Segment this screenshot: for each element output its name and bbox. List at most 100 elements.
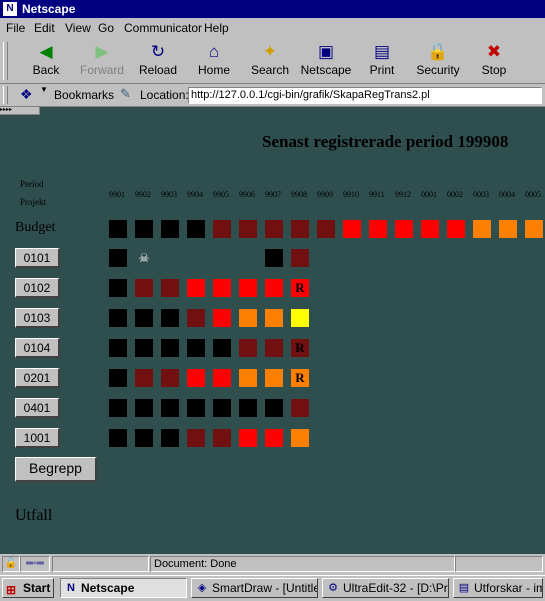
project-cell[interactable] — [239, 369, 257, 387]
taskbar-item[interactable]: ◈ SmartDraw - [Untitle... — [191, 578, 318, 598]
project-cell[interactable] — [109, 309, 127, 327]
security-lock-icon[interactable]: 🔓 — [2, 556, 20, 572]
menu-edit[interactable]: Edit — [34, 21, 55, 35]
budget-cell[interactable] — [187, 220, 205, 238]
frame-tab[interactable]: ▸▸▸▸ — [0, 107, 40, 115]
project-cell[interactable] — [161, 339, 179, 357]
project-cell[interactable] — [187, 339, 205, 357]
project-cell[interactable]: R — [291, 279, 309, 297]
project-cell[interactable] — [291, 399, 309, 417]
project-button-0103[interactable]: 0103 — [15, 308, 60, 328]
project-cell[interactable] — [135, 429, 153, 447]
bookmarks-button[interactable]: Bookmarks — [54, 88, 114, 102]
budget-cell[interactable] — [343, 220, 361, 238]
project-cell[interactable] — [109, 399, 127, 417]
project-cell[interactable] — [213, 429, 231, 447]
menu-help[interactable]: Help — [204, 21, 229, 35]
budget-cell[interactable] — [473, 220, 491, 238]
project-cell[interactable] — [135, 279, 153, 297]
forward-button[interactable]: ▶ Forward — [74, 41, 130, 81]
menu-view[interactable]: View — [65, 21, 91, 35]
netscape-button[interactable]: ▣ Netscape — [298, 41, 354, 81]
project-cell[interactable] — [265, 339, 283, 357]
budget-cell[interactable] — [499, 220, 517, 238]
project-cell[interactable] — [265, 429, 283, 447]
taskbar-item[interactable]: N Netscape — [60, 578, 187, 598]
project-button-0101[interactable]: 0101 — [15, 248, 60, 268]
project-cell[interactable] — [187, 399, 205, 417]
project-cell[interactable] — [265, 399, 283, 417]
project-cell[interactable] — [161, 369, 179, 387]
project-cell[interactable] — [109, 369, 127, 387]
project-cell[interactable] — [135, 369, 153, 387]
project-cell[interactable] — [213, 279, 231, 297]
back-button[interactable]: ◀ Back — [18, 41, 74, 81]
search-button[interactable]: ✦ Search — [242, 41, 298, 81]
home-button[interactable]: ⌂ Home — [186, 41, 242, 81]
start-button[interactable]: ⊞ Start — [2, 578, 54, 598]
budget-cell[interactable] — [291, 220, 309, 238]
project-cell[interactable] — [187, 279, 205, 297]
project-button-0104[interactable]: 0104 — [15, 338, 60, 358]
budget-cell[interactable] — [421, 220, 439, 238]
project-cell[interactable]: R — [291, 339, 309, 357]
budget-cell[interactable] — [161, 220, 179, 238]
project-button-0102[interactable]: 0102 — [15, 278, 60, 298]
project-cell[interactable] — [291, 309, 309, 327]
budget-cell[interactable] — [239, 220, 257, 238]
project-cell[interactable] — [239, 339, 257, 357]
project-cell[interactable] — [135, 399, 153, 417]
menu-communicator[interactable]: Communicator — [124, 21, 202, 35]
budget-cell[interactable] — [109, 220, 127, 238]
project-cell[interactable] — [213, 369, 231, 387]
project-cell[interactable] — [213, 399, 231, 417]
project-cell[interactable] — [187, 309, 205, 327]
project-cell[interactable] — [265, 249, 283, 267]
project-cell[interactable] — [187, 369, 205, 387]
begrepp-button[interactable]: Begrepp — [15, 457, 97, 482]
project-cell[interactable] — [239, 429, 257, 447]
project-cell[interactable] — [213, 339, 231, 357]
project-button-1001[interactable]: 1001 — [15, 428, 60, 448]
project-cell[interactable] — [239, 279, 257, 297]
project-cell[interactable] — [187, 429, 205, 447]
project-cell[interactable] — [161, 399, 179, 417]
project-cell[interactable] — [265, 279, 283, 297]
budget-cell[interactable] — [265, 220, 283, 238]
budget-cell[interactable] — [395, 220, 413, 238]
budget-cell[interactable] — [369, 220, 387, 238]
stop-button[interactable]: ✖ Stop — [466, 41, 522, 81]
reload-button[interactable]: ↻ Reload — [130, 41, 186, 81]
project-cell[interactable] — [109, 279, 127, 297]
project-cell[interactable] — [109, 429, 127, 447]
menu-go[interactable]: Go — [98, 21, 114, 35]
project-cell[interactable] — [161, 429, 179, 447]
budget-cell[interactable] — [317, 220, 335, 238]
toolbar-grip[interactable] — [3, 42, 8, 80]
print-button[interactable]: ▤ Print — [354, 41, 410, 81]
budget-cell[interactable] — [135, 220, 153, 238]
project-button-0201[interactable]: 0201 — [15, 368, 60, 388]
project-cell[interactable] — [239, 309, 257, 327]
project-cell[interactable] — [265, 369, 283, 387]
project-cell[interactable] — [109, 249, 127, 267]
project-cell[interactable] — [239, 399, 257, 417]
project-cell[interactable] — [109, 339, 127, 357]
project-cell[interactable]: R — [291, 369, 309, 387]
project-button-0401[interactable]: 0401 — [15, 398, 60, 418]
url-input[interactable]: http://127.0.0.1/cgi-bin/grafik/SkapaReg… — [188, 87, 542, 104]
project-cell[interactable] — [213, 309, 231, 327]
page-proxy-icon[interactable]: ✎ — [120, 86, 131, 102]
project-cell[interactable] — [161, 309, 179, 327]
budget-cell[interactable] — [447, 220, 465, 238]
taskbar-item[interactable]: ⚙ UltraEdit-32 - [D:\Pr... — [322, 578, 449, 598]
security-button[interactable]: 🔒 Security — [410, 41, 466, 81]
location-grip[interactable] — [3, 86, 8, 104]
budget-cell[interactable] — [525, 220, 543, 238]
budget-cell[interactable] — [213, 220, 231, 238]
project-cell[interactable] — [135, 309, 153, 327]
project-cell[interactable] — [291, 249, 309, 267]
menu-file[interactable]: File — [6, 21, 25, 35]
project-cell[interactable] — [161, 279, 179, 297]
project-cell[interactable] — [291, 429, 309, 447]
